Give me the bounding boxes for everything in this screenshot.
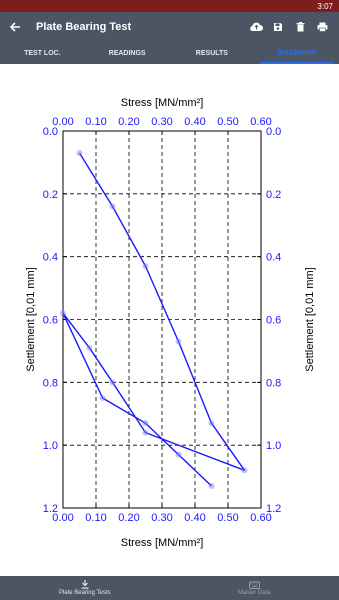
y-tick-label-right: 1.2 [266, 503, 281, 515]
x-axis-label-top: Stress [MN/mm²] [121, 97, 204, 109]
data-point [175, 451, 182, 458]
nav-master-data-label: Master Data [237, 590, 271, 596]
x-tick-label-top: 0.10 [85, 116, 106, 128]
app-title: Plate Bearing Test [36, 21, 132, 33]
x-tick-label-top: 0.50 [217, 116, 238, 128]
status-time: 3:07 [317, 1, 333, 11]
x-axis-label-bottom: Stress [MN/mm²] [121, 537, 204, 549]
y-tick-label-left: 1.0 [43, 440, 58, 452]
y-axis-label-right: Settlement [0,01 mm] [304, 267, 316, 372]
data-point [208, 420, 215, 427]
settlement-stress-chart: 0.000.000.100.100.200.200.300.300.400.40… [25, 97, 316, 549]
x-tick-label-top: 0.20 [118, 116, 139, 128]
cloud-upload-icon [249, 22, 263, 32]
data-point [109, 203, 116, 210]
x-tick-label-bottom: 0.40 [184, 512, 205, 524]
print-button[interactable] [311, 12, 333, 42]
cloud-upload-button[interactable] [245, 12, 267, 42]
print-icon [317, 22, 327, 32]
data-point [142, 420, 149, 427]
y-tick-label-left: 0.6 [43, 315, 58, 327]
arrow-left-icon [9, 22, 20, 32]
x-tick-label-bottom: 0.10 [85, 512, 106, 524]
bottom-navigation: Plate Bearing Tests Master Data [0, 576, 339, 600]
keyboard-icon [248, 581, 260, 589]
y-axis-label-left: Settlement [0,01 mm] [25, 267, 37, 372]
x-tick-label-bottom: 0.20 [118, 512, 139, 524]
data-point [241, 467, 248, 474]
data-point [175, 338, 182, 345]
data-point [60, 310, 66, 317]
y-tick-label-left: 0.2 [43, 189, 58, 201]
data-point [142, 263, 149, 270]
y-tick-label-right: 0.6 [266, 315, 281, 327]
data-point [86, 344, 93, 351]
delete-button[interactable] [289, 12, 311, 42]
x-tick-label-top: 0.40 [184, 116, 205, 128]
status-bar: 3:07 [0, 0, 339, 12]
y-tick-label-right: 0.8 [266, 377, 281, 389]
data-point [76, 149, 83, 156]
trash-icon [296, 22, 304, 32]
save-button[interactable] [267, 12, 289, 42]
tab-diagramm[interactable]: DIAGRAMM [254, 42, 339, 64]
chart-area: 0.00 0.00 0.10 0.10 0.20 0.20 0.30 0.30 0.40 0.40… [0, 64, 339, 576]
tab-results[interactable]: RESULTS [170, 42, 255, 64]
app-bar: Plate Bearing Test [0, 12, 339, 42]
tab-bar: TEST LOC. READINGS RESULTS DIAGRAMM [0, 42, 339, 64]
y-tick-label-left: 0.4 [43, 252, 58, 264]
y-tick-label-left: 0.0 [43, 126, 58, 138]
data-point [109, 379, 116, 386]
data-point [99, 395, 106, 402]
nav-plate-bearing-tests-label: Plate Bearing Tests [58, 590, 111, 596]
nav-master-data[interactable]: Master Data [170, 576, 339, 600]
tab-test-loc[interactable]: TEST LOC. [0, 42, 85, 64]
save-icon [274, 23, 282, 31]
y-tick-label-right: 0.0 [266, 126, 281, 138]
back-button[interactable] [0, 12, 30, 42]
x-tick-label-bottom: 0.30 [151, 512, 172, 524]
tab-readings[interactable]: READINGS [85, 42, 170, 64]
download-icon [81, 580, 89, 589]
x-tick-label-bottom: 0.50 [217, 512, 238, 524]
data-point [142, 429, 149, 436]
x-tick-label-top: 0.30 [151, 116, 172, 128]
y-tick-label-right: 0.4 [266, 252, 281, 264]
y-tick-label-left: 0.8 [43, 377, 58, 389]
y-tick-label-left: 1.2 [43, 503, 58, 515]
nav-plate-bearing-tests[interactable]: Plate Bearing Tests [0, 576, 170, 600]
y-tick-label-right: 0.2 [266, 189, 281, 201]
data-point [208, 483, 215, 490]
y-tick-label-right: 1.0 [266, 440, 281, 452]
